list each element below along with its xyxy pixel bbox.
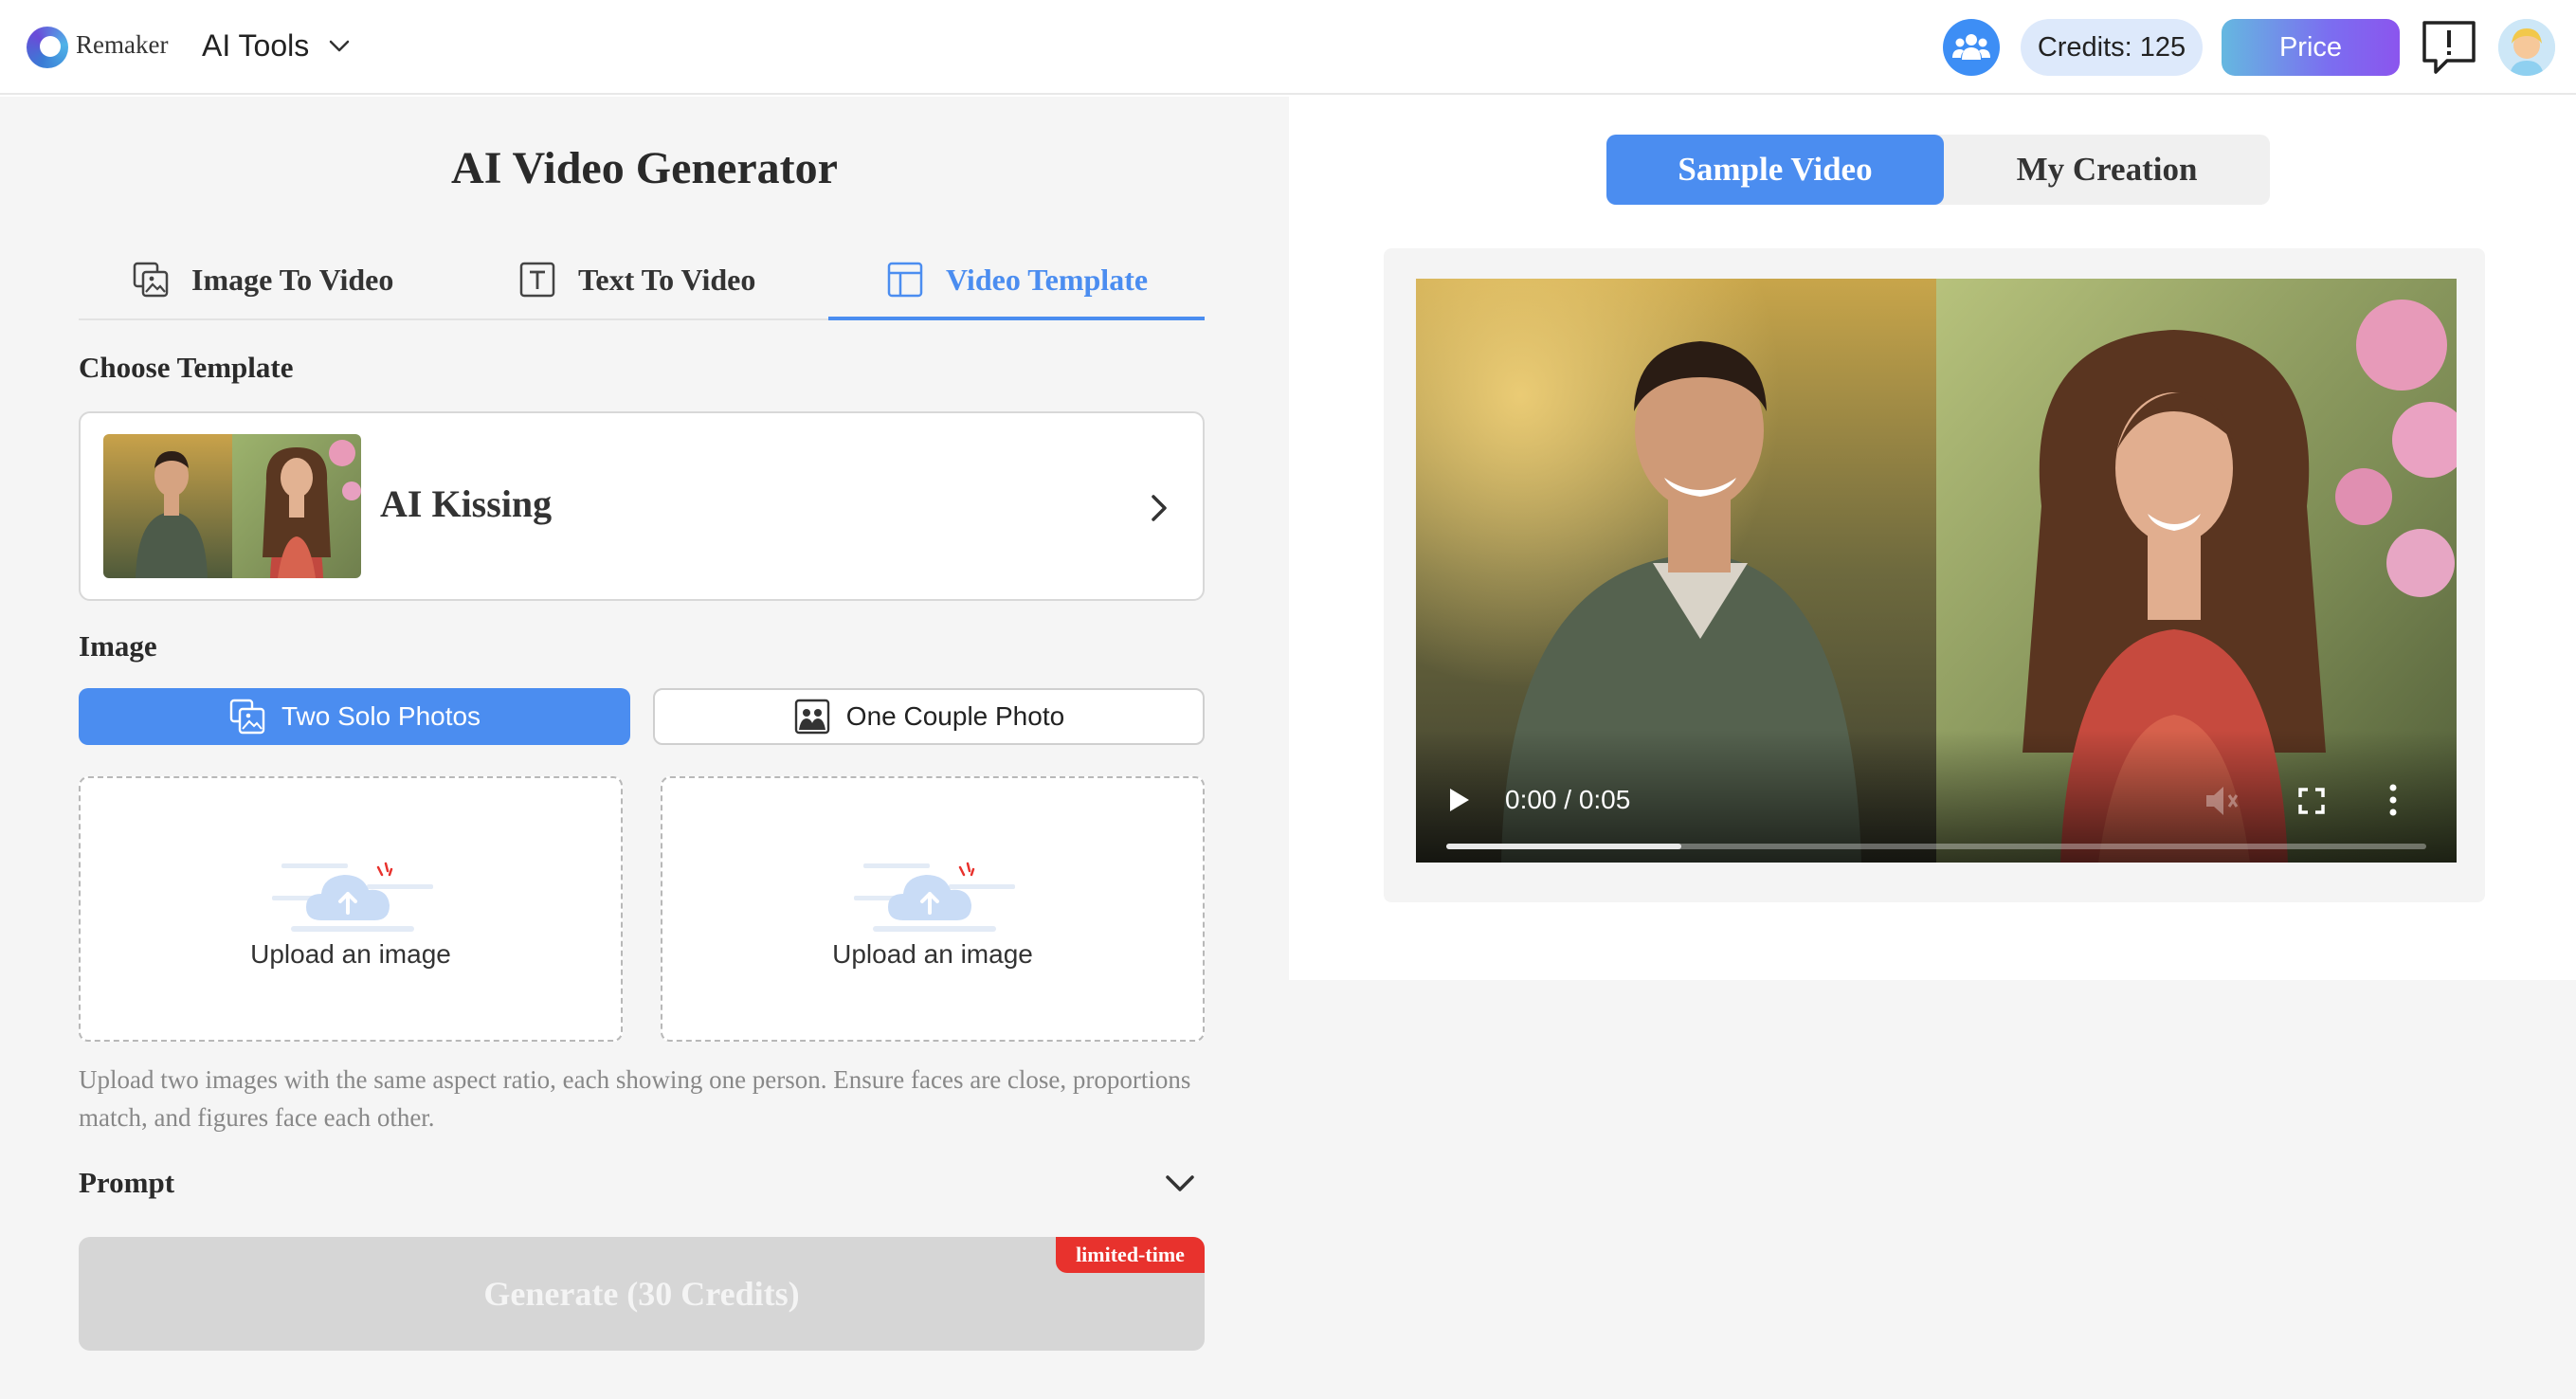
one-couple-photo-button[interactable]: One Couple Photo xyxy=(653,688,1205,745)
community-icon xyxy=(1952,34,1990,60)
couple-photo-icon xyxy=(794,699,829,735)
generator-tabs: Image To Video Text To Video Video Templ… xyxy=(79,239,1205,320)
choose-template-label: Choose Template xyxy=(79,351,294,384)
generate-button[interactable]: Generate (30 Credits) xyxy=(79,1237,1205,1351)
upload-label: Upload an image xyxy=(250,939,451,969)
video-progress-fill xyxy=(1446,844,1682,849)
remaker-logo[interactable] xyxy=(27,27,68,68)
preview-panel-background xyxy=(1289,980,2576,1399)
two-solo-photos-button[interactable]: Two Solo Photos xyxy=(79,688,630,745)
sample-video-player[interactable]: 0:00 / 0:05 xyxy=(1416,279,2457,863)
template-selector[interactable]: AI Kissing xyxy=(79,411,1205,601)
video-progress-bar[interactable] xyxy=(1446,844,2426,849)
community-button[interactable] xyxy=(1943,19,2000,76)
volume-icon[interactable] xyxy=(2204,785,2239,817)
credits-badge[interactable]: Credits: 125 xyxy=(2021,19,2203,76)
fullscreen-icon[interactable] xyxy=(2297,787,2326,815)
feedback-icon[interactable] xyxy=(2419,17,2479,78)
play-icon[interactable] xyxy=(1448,787,1471,813)
ai-tools-label: AI Tools xyxy=(202,28,310,63)
tab-image-to-video[interactable]: Image To Video xyxy=(131,239,393,320)
template-icon xyxy=(887,262,923,298)
upload-cloud-icon xyxy=(272,862,433,932)
image-to-video-icon xyxy=(133,262,169,298)
more-options-icon[interactable] xyxy=(2387,783,2399,817)
upload-hint: Upload two images with the same aspect r… xyxy=(79,1065,1191,1132)
tab-sample-video[interactable]: Sample Video xyxy=(1606,135,1944,205)
top-bar: Remaker AI Tools Credits: 125 Price xyxy=(0,0,2576,95)
chevron-down-icon xyxy=(330,40,350,51)
tab-text-to-video[interactable]: Text To Video xyxy=(517,239,755,320)
brand-name[interactable]: Remaker xyxy=(76,30,168,60)
image-label: Image xyxy=(79,629,157,663)
text-to-video-icon xyxy=(519,262,555,298)
price-button[interactable]: Price xyxy=(2222,19,2400,76)
page-title: AI Video Generator xyxy=(451,143,838,193)
tab-video-template[interactable]: Video Template xyxy=(885,239,1148,320)
tab-label: Video Template xyxy=(946,262,1149,297)
option-label: One Couple Photo xyxy=(845,701,1065,731)
ai-tools-menu[interactable]: AI Tools xyxy=(202,28,353,64)
template-thumbnail xyxy=(103,434,361,578)
generator-panel: AI Video Generator Image To Video Text T… xyxy=(0,97,1289,1399)
tab-label: Text To Video xyxy=(578,262,756,297)
limited-time-badge: limited-time xyxy=(1056,1237,1205,1273)
chevron-down-icon xyxy=(1166,1175,1194,1191)
avatar-icon xyxy=(2498,19,2555,76)
upload-label: Upload an image xyxy=(832,939,1033,969)
prompt-label: Prompt xyxy=(79,1166,175,1199)
chevron-right-icon xyxy=(1152,495,1167,521)
preview-panel: Sample Video My Creation 0:00 / 0:05 xyxy=(1289,97,2576,980)
template-name: AI Kissing xyxy=(380,482,553,525)
tab-label: Image To Video xyxy=(191,262,394,297)
upload-slot-2[interactable]: Upload an image xyxy=(661,776,1205,1042)
active-tab-indicator xyxy=(828,317,1205,320)
upload-slot-1[interactable]: Upload an image xyxy=(79,776,623,1042)
user-avatar[interactable] xyxy=(2498,19,2555,76)
video-controls: 0:00 / 0:05 xyxy=(1416,730,2457,863)
template-thumbnail-image xyxy=(103,434,361,578)
preview-tabs: Sample Video My Creation xyxy=(1606,135,2270,205)
option-label: Two Solo Photos xyxy=(281,701,481,731)
upload-cloud-icon xyxy=(854,862,1015,932)
two-photos-icon xyxy=(229,699,265,735)
video-time: 0:00 / 0:05 xyxy=(1505,785,1631,814)
tab-my-creation[interactable]: My Creation xyxy=(1944,135,2270,205)
prompt-toggle[interactable]: Prompt xyxy=(79,1160,1205,1208)
